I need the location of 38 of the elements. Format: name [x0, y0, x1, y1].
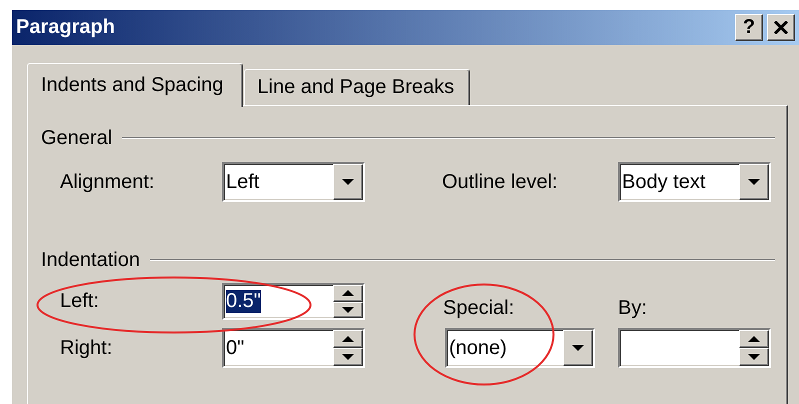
spin-down-button[interactable]	[333, 302, 363, 318]
down-caret-icon	[342, 306, 354, 313]
caret-icon	[572, 345, 584, 351]
up-caret-icon	[342, 290, 354, 296]
dropdown-button[interactable]	[333, 164, 363, 200]
dropdown-button[interactable]	[563, 330, 593, 366]
group-heading: Indentation	[41, 248, 140, 272]
up-caret-icon	[748, 336, 760, 342]
down-caret-icon	[342, 354, 354, 360]
field-label: Left:	[60, 289, 100, 314]
dropdown-button[interactable]	[739, 164, 769, 200]
spin-down-button[interactable]	[739, 348, 769, 366]
left-indent-field[interactable]: 0.5"	[222, 283, 365, 320]
caret-icon	[342, 179, 354, 185]
tab[interactable]: Line and Page Breaks	[244, 69, 470, 105]
close-button[interactable]	[767, 14, 795, 41]
field-label: By:	[618, 296, 648, 320]
field-label: Outline level:	[442, 170, 559, 194]
field-label: Alignment:	[60, 170, 156, 194]
tab[interactable]: Indents and Spacing	[27, 63, 244, 107]
spin-up-button[interactable]	[739, 330, 769, 348]
spin-up-button[interactable]	[333, 330, 363, 348]
window-title: Paragraph	[16, 16, 116, 39]
help-button[interactable]: ?	[735, 14, 763, 41]
caret-icon	[748, 179, 760, 185]
alignment-dropdown[interactable]: Left	[222, 162, 365, 202]
by-field[interactable]	[618, 328, 771, 368]
down-caret-icon	[748, 354, 760, 360]
spin-up-button[interactable]	[333, 285, 363, 302]
special-dropdown[interactable]: (none)	[445, 328, 595, 368]
field-label: Right:	[60, 336, 114, 360]
group-heading: General	[41, 126, 112, 150]
up-caret-icon	[342, 336, 354, 342]
right-indent-field[interactable]: 0"	[222, 328, 365, 368]
outline-level-dropdown[interactable]: Body text	[618, 162, 771, 202]
spin-down-button[interactable]	[333, 348, 363, 366]
field-label: Special:	[442, 296, 516, 320]
close-icon	[774, 21, 788, 34]
